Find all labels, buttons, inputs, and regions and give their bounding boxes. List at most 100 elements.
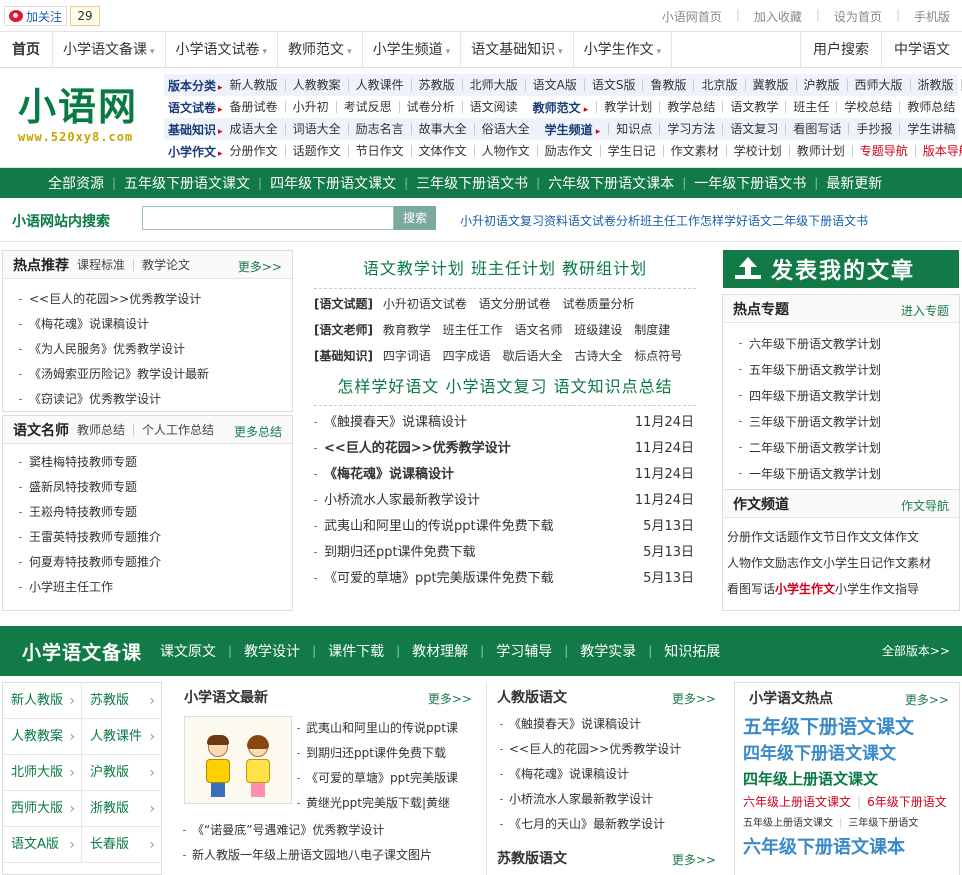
tab-teacher-summary[interactable]: 教师总结 (77, 424, 133, 436)
list-item[interactable]: 五年级下册语文教学计划 (723, 357, 959, 383)
list-item[interactable]: 一年级下册语文教学计划 (723, 461, 959, 487)
hotspot-link[interactable]: 六年级下册语文课本 (743, 835, 959, 861)
nav-item-basics[interactable]: 语文基础知识 ▾ (461, 31, 574, 68)
category-link[interactable]: 西师大版 (846, 79, 910, 91)
category-link[interactable]: 教师计划 (788, 145, 852, 157)
category-link[interactable]: 人教教案 (284, 79, 348, 91)
list-item[interactable]: 小学班主任工作 (3, 575, 292, 600)
nav-item-student[interactable]: 小学生频道 ▾ (363, 31, 462, 68)
search-hot-link[interactable]: 语文试卷分析 (568, 212, 640, 229)
category-link[interactable]: 试卷分析 (398, 101, 462, 113)
keyword-link[interactable]: 小升初语文试卷 (383, 297, 467, 311)
category-link[interactable]: 教师总结 (899, 101, 962, 113)
topic-nav-link[interactable]: 专题导航 (851, 145, 915, 157)
site-logo[interactable]: 小语网 www.520xy8.com (18, 84, 148, 152)
nav-item-composition[interactable]: 小学生作文 ▾ (574, 31, 673, 68)
hotspot-link[interactable]: 五年级下册语文课文 (743, 713, 959, 741)
list-item[interactable]: 《触摸春天》说课稿设计 (497, 712, 720, 737)
more-link[interactable]: 更多>> (428, 690, 472, 707)
weibo-follow-button[interactable]: 加关注 (4, 6, 68, 26)
category-link[interactable]: 鲁教版 (642, 79, 693, 91)
version-link[interactable]: 苏教版 (82, 683, 161, 719)
section-link[interactable]: 知识拓展 (652, 641, 732, 661)
list-item[interactable]: 四年级下册语文教学计划 (723, 383, 959, 409)
nav-item-teacher[interactable]: 教师范文 ▾ (278, 31, 363, 68)
list-item[interactable]: 《梅花魂》说课稿设计 11月24日 (310, 462, 700, 488)
version-link[interactable]: 人教课件 (82, 719, 161, 755)
composition-link[interactable]: 小学生作文指导 (835, 576, 919, 602)
list-item[interactable]: <<巨人的花园>>优秀教学设计 11月24日 (310, 436, 700, 462)
more-link[interactable]: 更多>> (672, 851, 716, 868)
quick-link[interactable]: 四年级下册语文课文 (262, 173, 404, 193)
nav-middle-school[interactable]: 中学语文 (881, 32, 962, 68)
category-link[interactable]: 新人教版 (223, 79, 285, 91)
list-item[interactable]: 《梅花魂》说课稿设计 (3, 312, 292, 337)
category-link[interactable]: 学校总结 (836, 101, 899, 113)
more-link[interactable]: 更多>> (905, 691, 949, 708)
list-item[interactable]: 小桥流水人家最新教学设计 (497, 787, 720, 812)
version-link[interactable]: 人教教案 (3, 719, 82, 755)
search-input[interactable] (142, 206, 394, 230)
list-item[interactable]: <<巨人的花园>>优秀教学设计 (497, 737, 720, 762)
version-link[interactable]: 西师大版 (3, 791, 82, 827)
list-item[interactable]: 到期归还ppt课件免费下载 (294, 741, 474, 766)
list-item[interactable]: 六年级下册语文教学计划 (723, 331, 959, 357)
list-item[interactable]: 二年级下册语文教学计划 (723, 435, 959, 461)
composition-link[interactable]: 作文素材 (883, 550, 931, 576)
keyword-link[interactable]: 班级建设 (574, 323, 622, 337)
list-item[interactable]: 《七月的天山》最新教学设计 (497, 812, 720, 837)
list-item[interactable]: 《汤姆索亚历险记》教学设计最新 (3, 362, 292, 387)
tab-curriculum[interactable]: 课程标准 (77, 259, 133, 271)
category-link[interactable]: 手抄报 (848, 123, 899, 135)
search-hot-link[interactable]: 怎样学好语文 (700, 212, 772, 229)
hotspot-link[interactable]: 四年级上册语文课文 (743, 767, 959, 791)
category-link[interactable]: 成语大全 (223, 123, 285, 135)
nav-item-tests[interactable]: 小学语文试卷 ▾ (166, 31, 279, 68)
list-item[interactable]: 《为人民服务》优秀教学设计 (3, 337, 292, 362)
quick-link[interactable]: 六年级下册语文课本 (540, 173, 682, 193)
keyword-link[interactable]: 歇后语大全 (503, 349, 563, 363)
search-hot-link[interactable]: 班主任工作 (640, 212, 700, 229)
composition-link[interactable]: 分册作文 (727, 524, 775, 550)
more-link[interactable]: 更多>> (238, 258, 282, 275)
more-link[interactable]: 进入专题 (901, 302, 949, 319)
composition-link[interactable]: 小学生日记 (823, 550, 883, 576)
hotspot-link[interactable]: 四年级下册语文课文 (743, 741, 959, 767)
category-link[interactable]: 学习方法 (659, 123, 722, 135)
keyword-link[interactable]: 教育教学 (383, 323, 431, 337)
version-link[interactable]: 长春版 (82, 827, 161, 863)
section-link[interactable]: 课文原文 (148, 641, 228, 661)
category-link[interactable]: 北京版 (693, 79, 744, 91)
kids-illustration[interactable] (184, 716, 292, 804)
center-title-link[interactable]: 怎样学好语文 (337, 377, 439, 396)
composition-link[interactable]: 励志作文 (775, 550, 823, 576)
composition-link[interactable]: 人物作文 (727, 550, 775, 576)
list-item[interactable]: 《梅花魂》说课稿设计 (497, 762, 720, 787)
category-link[interactable]: 教学总结 (659, 101, 722, 113)
list-item[interactable]: 三年级下册语文教学计划 (723, 409, 959, 435)
category-link[interactable]: 文体作文 (410, 145, 474, 157)
publish-article-button[interactable]: 发表我的文章 (723, 250, 959, 288)
quick-link[interactable]: 一年级下册语文书 (686, 173, 814, 193)
category-link[interactable]: 语文教学 (722, 101, 785, 113)
list-item[interactable]: 黄继光ppt完美版下载|黄继 (294, 791, 474, 816)
bookmark-link[interactable]: 加入收藏 (754, 8, 802, 25)
list-item[interactable]: 《可爱的草塘》ppt完美版课 (294, 766, 474, 791)
category-link[interactable]: 故事大全 (410, 123, 474, 135)
list-item[interactable]: 王雷英特技教师专题推介 (3, 525, 292, 550)
category-link[interactable]: 备册试卷 (223, 101, 285, 113)
category-link[interactable]: 浙教版 (909, 79, 961, 91)
composition-link[interactable]: 文体作文 (871, 524, 919, 550)
composition-link[interactable]: 话题作文 (775, 524, 823, 550)
search-button[interactable]: 搜索 (394, 206, 436, 230)
keyword-link[interactable]: 班主任工作 (443, 323, 503, 337)
list-item[interactable]: 窦桂梅特技教师专题 (3, 450, 292, 475)
category-link[interactable]: 沪教版 (795, 79, 847, 91)
list-item[interactable]: 《“诺曼底”号遇难记》优秀教学设计 (180, 818, 476, 843)
list-item[interactable]: <<巨人的花园>>优秀教学设计 (3, 287, 292, 312)
version-link[interactable]: 语文A版 (3, 827, 82, 863)
quick-link[interactable]: 全部资源 (40, 173, 112, 193)
more-link[interactable]: 更多总结 (234, 423, 282, 440)
hotspot-link[interactable]: 五年级上册语文课文 (743, 818, 833, 829)
list-item[interactable]: 王崧舟特技教师专题 (3, 500, 292, 525)
